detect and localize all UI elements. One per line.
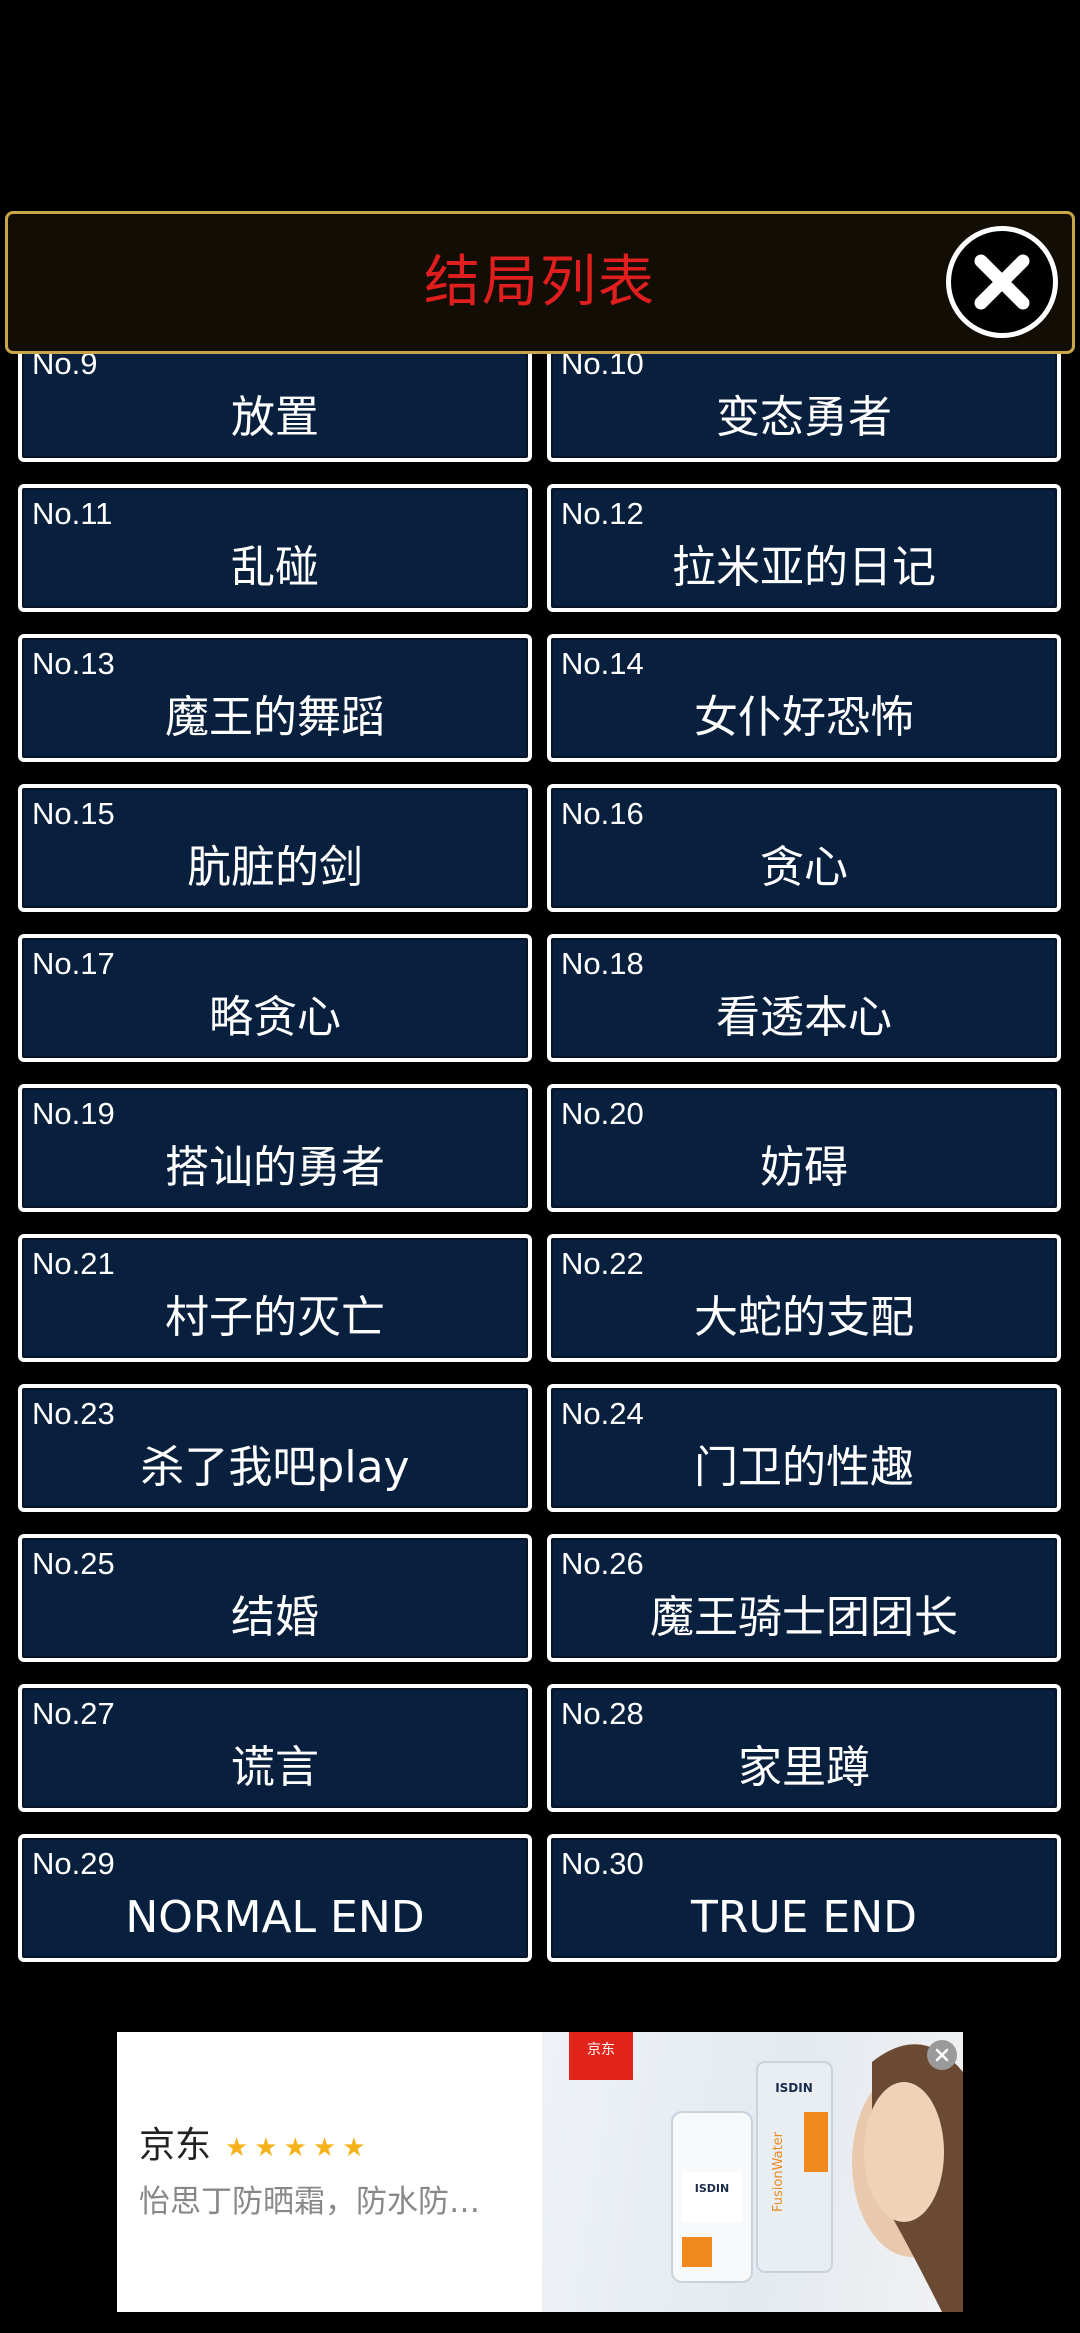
ending-title: 门卫的性趣: [694, 1442, 914, 1493]
ending-title: 肮脏的剑: [187, 842, 363, 893]
endings-header: 结局列表: [5, 211, 1075, 354]
ending-number: No.28: [561, 1696, 644, 1731]
ending-card[interactable]: No.20 妨碍: [547, 1084, 1061, 1212]
ending-number: No.11: [32, 496, 113, 531]
ad-logo-text: 京东: [587, 2042, 615, 2058]
ending-title: 乱碰: [231, 542, 319, 593]
ending-card[interactable]: No.15 肮脏的剑: [18, 784, 532, 912]
ending-card[interactable]: No.28 家里蹲: [547, 1684, 1061, 1812]
ending-title: TRUE END: [690, 1892, 918, 1943]
ending-card[interactable]: No.17 略贪心: [18, 934, 532, 1062]
ending-card[interactable]: No.10 变态勇者: [547, 354, 1061, 462]
ending-number: No.30: [561, 1846, 644, 1881]
ending-card[interactable]: No.14 女仆好恐怖: [547, 634, 1061, 762]
ending-title: 结婚: [231, 1592, 319, 1643]
ending-number: No.18: [561, 946, 644, 981]
ending-title: 贪心: [760, 842, 848, 893]
ending-title: 杀了我吧play: [140, 1442, 410, 1493]
ending-number: No.29: [32, 1846, 115, 1881]
ending-title: 放置: [231, 392, 319, 443]
ending-title: 魔王的舞蹈: [165, 692, 385, 743]
ad-rating-stars: ★★★★★: [225, 2133, 372, 2163]
ending-number: No.20: [561, 1096, 644, 1131]
ending-number: No.19: [32, 1096, 115, 1131]
ending-title: 妨碍: [760, 1142, 848, 1193]
ending-card[interactable]: No.13 魔王的舞蹈: [18, 634, 532, 762]
ending-title: 谎言: [231, 1742, 319, 1793]
ending-title: 变态勇者: [716, 392, 892, 443]
ending-card[interactable]: No.9 放置: [18, 354, 532, 462]
ending-number: No.15: [32, 796, 115, 831]
ending-card[interactable]: No.27 谎言: [18, 1684, 532, 1812]
ad-bottle-brand: ISDIN: [695, 2182, 729, 2195]
close-button[interactable]: [946, 226, 1058, 338]
ending-number: No.10: [561, 354, 644, 381]
ending-number: No.21: [32, 1246, 115, 1281]
ad-close-icon: [935, 2048, 949, 2062]
page-title: 结局列表: [424, 250, 656, 315]
ending-card[interactable]: No.25 结婚: [18, 1534, 532, 1662]
ad-banner[interactable]: 京东 ★★★★★ 怡思丁防晒霜，防水防… 京东 ISDIN ISDIN Fusi…: [117, 2032, 963, 2312]
ending-number: No.9: [32, 354, 98, 381]
ending-number: No.22: [561, 1246, 644, 1281]
ending-card[interactable]: No.21 村子的灭亡: [18, 1234, 532, 1362]
ending-card[interactable]: No.22 大蛇的支配: [547, 1234, 1061, 1362]
ending-card[interactable]: No.23 杀了我吧play: [18, 1384, 532, 1512]
ending-number: No.16: [561, 796, 644, 831]
ad-close-button[interactable]: [927, 2040, 957, 2070]
ending-title: 村子的灭亡: [165, 1292, 385, 1343]
ad-description: 怡思丁防晒霜，防水防…: [139, 2184, 480, 2220]
ending-card[interactable]: No.24 门卫的性趣: [547, 1384, 1061, 1512]
ending-title: 略贪心: [209, 992, 341, 1043]
ending-title: 家里蹲: [738, 1742, 870, 1793]
ending-title: 看透本心: [716, 992, 892, 1043]
ad-box-product: FusionWater: [771, 2131, 786, 2212]
ending-number: No.23: [32, 1396, 115, 1431]
ending-card[interactable]: No.26 魔王骑士团团长: [547, 1534, 1061, 1662]
ending-card[interactable]: No.16 贪心: [547, 784, 1061, 912]
ending-number: No.25: [32, 1546, 115, 1581]
ad-product-image[interactable]: 京东 ISDIN ISDIN FusionWater: [542, 2032, 963, 2312]
close-x-icon: [974, 254, 1030, 310]
ad-text-area[interactable]: 京东 ★★★★★ 怡思丁防晒霜，防水防…: [117, 2032, 537, 2312]
ending-card[interactable]: No.11 乱碰: [18, 484, 532, 612]
ending-number: No.12: [561, 496, 644, 531]
ending-title: 搭讪的勇者: [165, 1142, 385, 1193]
ending-number: No.17: [32, 946, 115, 981]
ad-box-brand: ISDIN: [775, 2081, 813, 2095]
ending-title: NORMAL END: [125, 1892, 425, 1943]
ending-card[interactable]: No.12 拉米亚的日记: [547, 484, 1061, 612]
ending-number: No.24: [561, 1396, 644, 1431]
ending-number: No.13: [32, 646, 115, 681]
ending-card[interactable]: No.18 看透本心: [547, 934, 1061, 1062]
ending-number: No.14: [561, 646, 644, 681]
ad-brand: 京东: [139, 2125, 212, 2166]
ending-card[interactable]: No.30 TRUE END: [547, 1834, 1061, 1962]
ending-number: No.26: [561, 1546, 644, 1581]
ending-number: No.27: [32, 1696, 115, 1731]
ending-card[interactable]: No.19 搭讪的勇者: [18, 1084, 532, 1212]
ending-title: 拉米亚的日记: [672, 542, 936, 593]
ad-product-illustration: 京东 ISDIN ISDIN FusionWater: [569, 2032, 963, 2312]
ending-title: 女仆好恐怖: [694, 692, 914, 743]
ending-title: 魔王骑士团团长: [650, 1592, 958, 1643]
ending-card[interactable]: No.29 NORMAL END: [18, 1834, 532, 1962]
ending-title: 大蛇的支配: [694, 1292, 914, 1343]
endings-list[interactable]: No.9 放置 No.10 变态勇者 No.11 乱碰 No.12 拉米亚的日记 No.13 魔王…: [0, 354, 1080, 1964]
